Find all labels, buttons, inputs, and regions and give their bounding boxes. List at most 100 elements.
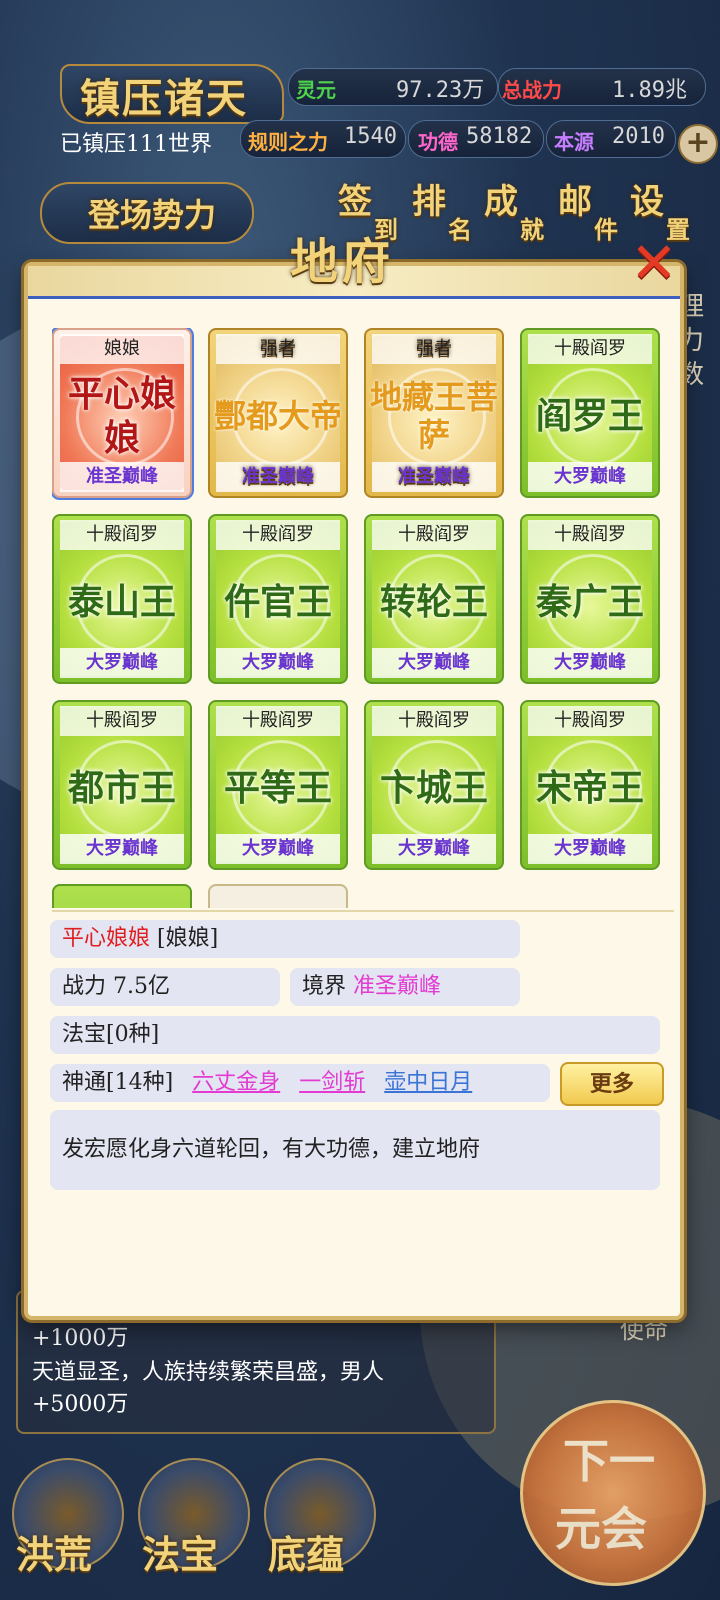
card-name: 平心娘娘 [67,373,176,459]
bottom-button-label: 法宝 [142,1532,219,1577]
character-card[interactable]: 娘娘 平心娘娘 准圣巅峰 [52,328,194,500]
character-card[interactable]: 十殿阎罗 仵官王 大罗巅峰 [208,514,348,684]
card-rank: 大罗巅峰 [60,648,184,678]
card-tag: 十殿阎罗 [528,334,652,364]
realm-value: 准圣巅峰 [353,974,442,999]
resource-label: 灵元 [296,78,336,102]
bottom-button-label: 底蕴 [268,1532,345,1577]
world-status: 已镇压111世界 [60,132,212,157]
character-grid[interactable]: 娘娘 平心娘娘 准圣巅峰 强者 酆都大帝 准圣巅峰 强者 地藏王菩萨 准圣巅峰 … [52,328,674,908]
power-value: 7.5亿 [113,974,171,999]
diyun-button[interactable]: 底蕴 [258,1450,378,1590]
card-name: 秦广王 [535,581,644,623]
character-card-partial[interactable] [52,884,192,908]
card-tag: 十殿阎罗 [60,706,184,736]
resource-label: 功德 [418,130,458,154]
resource-value: 1540 [344,124,397,149]
plus-icon[interactable]: + [678,124,718,164]
card-rank: 大罗巅峰 [216,648,340,678]
card-name: 卞城王 [379,767,488,809]
resource-label: 规则之力 [248,130,328,154]
card-name: 泰山王 [67,581,176,623]
menu-label: 成 [484,182,518,222]
faction-button[interactable]: 登场势力 [40,182,254,244]
character-card[interactable]: 强者 酆都大帝 准圣巅峰 [208,328,348,498]
card-name: 宋帝王 [535,767,644,809]
card-tag: 强者 [372,334,496,364]
card-name: 地藏王菩萨 [369,378,498,454]
card-rank: 大罗巅峰 [528,462,652,492]
next-era-button[interactable]: 下一 元会 [520,1400,706,1586]
card-rank: 大罗巅峰 [528,648,652,678]
next-era-label: 元会 [555,1502,647,1556]
honghuang-button[interactable]: 洪荒 [6,1450,126,1590]
card-name: 酆都大帝 [213,397,342,435]
skills-label: 神通[14种] [62,1070,174,1095]
log-line: 天道显圣，人族持续繁荣昌盛，男人 [32,1360,385,1385]
bottom-button-label: 洪荒 [16,1532,93,1577]
card-rank: 准圣巅峰 [216,462,340,492]
realm-label: 境界 [302,974,347,999]
close-x-icon[interactable]: ✕ [626,236,682,292]
fabao-button[interactable]: 法宝 [132,1450,252,1590]
modal-title: 地府 [290,234,395,290]
character-card[interactable]: 十殿阎罗 宋帝王 大罗巅峰 [520,700,660,870]
character-card[interactable]: 十殿阎罗 都市王 大罗巅峰 [52,700,192,870]
detail-power-row: 战力 7.5亿 [50,968,280,1006]
menu-achievement-button[interactable]: 成 就 [482,174,552,246]
detail-name: 平心娘娘 [62,926,151,951]
card-name: 仵官王 [223,581,332,623]
character-card[interactable]: 十殿阎罗 阎罗王 大罗巅峰 [520,328,660,498]
resource-value: 97.23万 [396,78,485,103]
character-card[interactable]: 十殿阎罗 平等王 大罗巅峰 [208,700,348,870]
card-name: 平等王 [223,767,332,809]
card-rank: 大罗巅峰 [372,834,496,864]
menu-label: 排 [412,182,446,222]
character-card[interactable]: 强者 地藏王菩萨 准圣巅峰 [364,328,504,498]
card-rank: 大罗巅峰 [60,834,184,864]
more-button[interactable]: 更多 [560,1062,664,1106]
resource-value: 58182 [466,124,533,149]
detail-name-row: 平心娘娘 [娘娘] [50,920,520,958]
skill-link[interactable]: 一剑斩 [299,1070,365,1095]
menu-ranking-button[interactable]: 排 名 [410,174,480,246]
menu-label: 设 [630,182,664,222]
skill-link[interactable]: 六丈金身 [192,1070,280,1095]
character-description: 发宏愿化身六道轮回，有大功德，建立地府 [50,1110,660,1190]
card-name: 阎罗王 [535,395,644,437]
card-tag: 十殿阎罗 [216,520,340,550]
card-name: 都市王 [67,767,176,809]
character-card-partial[interactable] [208,884,348,908]
character-card[interactable]: 十殿阎罗 泰山王 大罗巅峰 [52,514,192,684]
menu-label: 就 [520,215,544,244]
menu-label: 件 [594,215,618,244]
detail-treasure-row: 法宝[0种] [50,1016,660,1054]
card-rank: 准圣巅峰 [60,462,184,492]
resource-label: 本源 [554,130,594,154]
log-line: +1000万 [32,1326,129,1351]
card-rank: 准圣巅峰 [372,462,496,492]
card-name: 转轮王 [379,581,488,623]
faction-button-label: 登场势力 [88,196,217,234]
treasure-count: 法宝[0种] [62,1022,160,1047]
card-rank: 大罗巅峰 [216,834,340,864]
next-era-label: 下一 [563,1434,655,1488]
divider [52,910,674,912]
difu-modal: 娘娘 平心娘娘 准圣巅峰 强者 酆都大帝 准圣巅峰 强者 地藏王菩萨 准圣巅峰 … [24,262,684,1320]
menu-label: 邮 [558,182,592,222]
character-card[interactable]: 十殿阎罗 卞城王 大罗巅峰 [364,700,504,870]
resource-value: 2010 [612,124,665,149]
card-tag: 十殿阎罗 [60,520,184,550]
resource-value: 1.89兆 [612,78,687,103]
card-rank: 大罗巅峰 [372,648,496,678]
card-tag: 十殿阎罗 [528,706,652,736]
card-rank: 大罗巅峰 [528,834,652,864]
skill-link[interactable]: 壶中日月 [384,1070,472,1095]
character-card[interactable]: 十殿阎罗 转轮王 大罗巅峰 [364,514,504,684]
card-tag: 十殿阎罗 [372,706,496,736]
menu-mail-button[interactable]: 邮 件 [556,174,626,246]
card-tag: 强者 [216,334,340,364]
log-line: +5000万 [32,1392,129,1417]
game-title: 镇压诸天 [80,75,248,122]
character-card[interactable]: 十殿阎罗 秦广王 大罗巅峰 [520,514,660,684]
